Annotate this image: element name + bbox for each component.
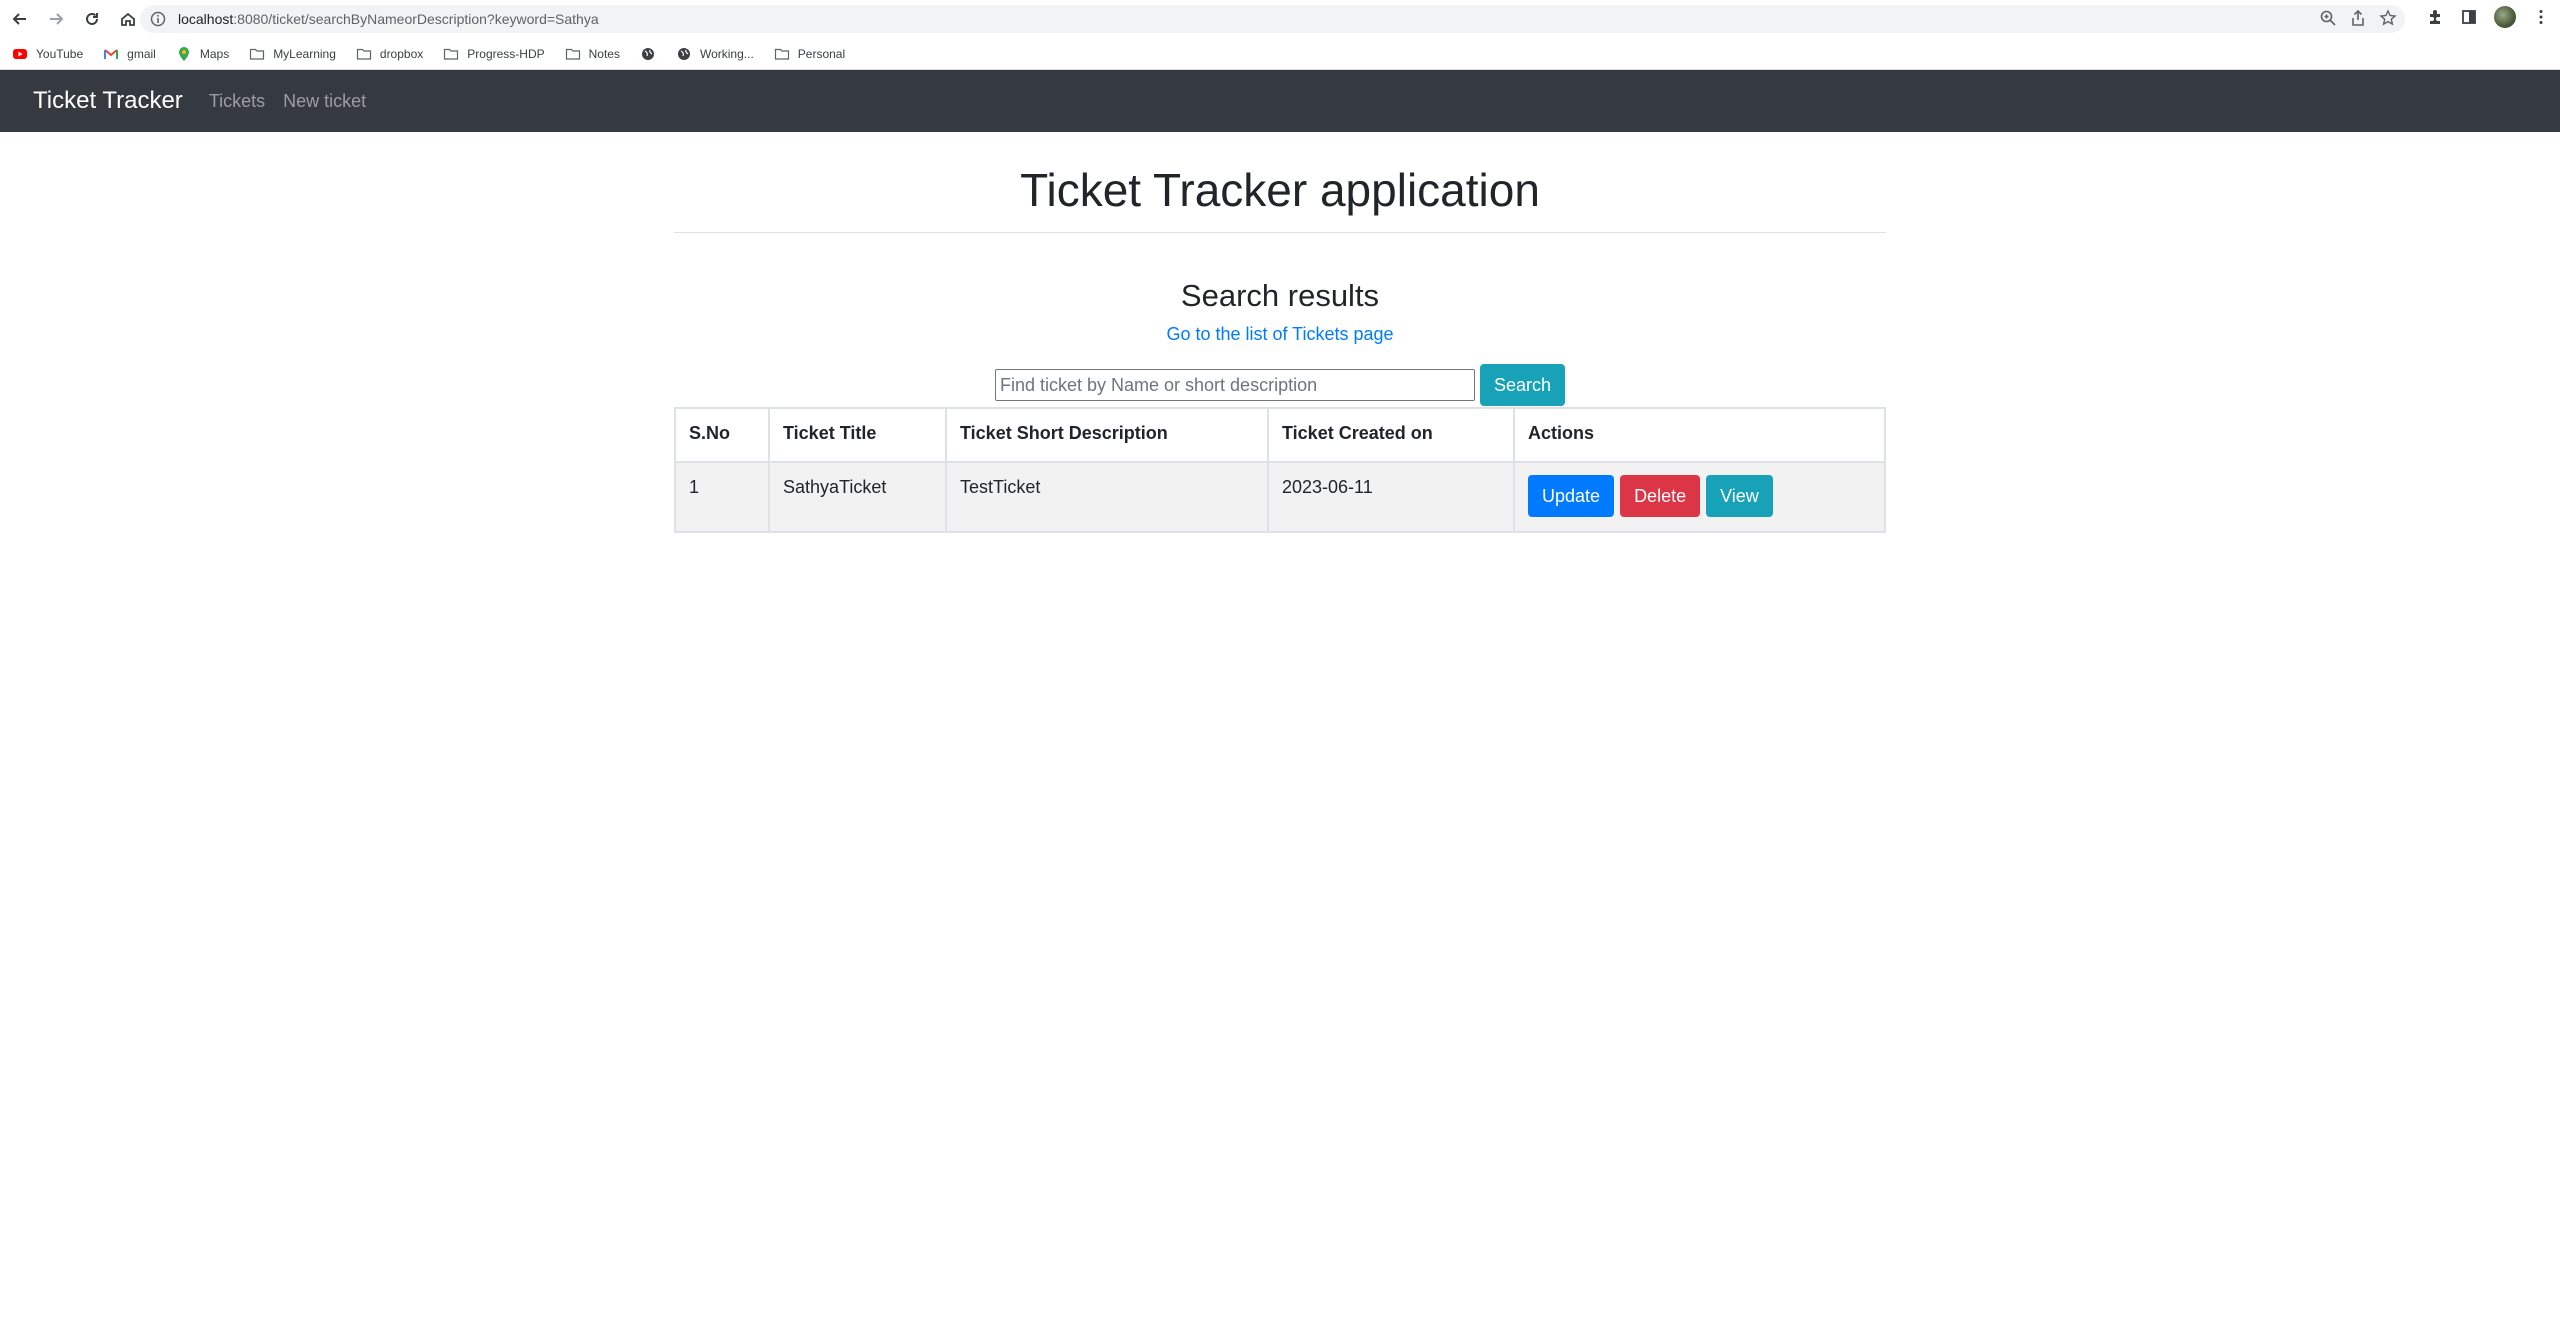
side-panel-icon[interactable] [2460,8,2478,26]
globe-icon [677,47,690,60]
search-form: Search [674,364,1886,406]
tickets-list-link[interactable]: Go to the list of Tickets page [674,324,1886,345]
view-button[interactable]: View [1706,475,1773,517]
star-icon[interactable] [2379,9,2397,27]
zoom-icon[interactable] [2319,9,2337,27]
url-text: localhost:8080/ticket/searchByNameorDesc… [178,11,599,27]
bookmark-mylearning[interactable]: MyLearning [249,46,336,62]
search-input[interactable] [994,369,1475,401]
bookmark-notes[interactable]: Notes [565,46,620,62]
bookmark-globe[interactable] [640,46,656,62]
maps-pin-icon [178,46,189,61]
url-path: :8080/ticket/searchByNameorDescription?k… [233,11,599,27]
browser-toolbar: localhost:8080/ticket/searchByNameorDesc… [0,0,2560,38]
arrow-left-icon [12,13,26,25]
bookmark-label: MyLearning [273,46,336,61]
bookmark-label: Personal [797,46,846,61]
bookmark-working[interactable]: Working... [676,46,754,62]
bookmark-label: Maps [199,46,230,61]
share-icon[interactable] [2349,9,2367,27]
header-title: Ticket Title [768,407,947,463]
bookmark-label: dropbox [379,46,424,61]
bookmark-personal[interactable]: Personal [774,46,845,62]
home-icon [121,12,135,26]
folder-icon [444,48,459,60]
url-host: localhost [178,11,234,27]
bookmark-label: gmail [127,46,156,61]
nav-link-tickets[interactable]: Tickets [209,91,265,112]
info-icon[interactable] [150,11,166,27]
bookmark-progress-hdp[interactable]: Progress-HDP [443,46,545,62]
gmail-icon [104,48,119,59]
results-heading: Search results [1180,278,1380,313]
profile-avatar[interactable] [2494,6,2516,28]
bookmark-youtube[interactable]: YouTube [12,46,83,62]
cell-description: TestTicket [945,461,1269,533]
cell-title: SathyaTicket [768,461,947,533]
folder-icon [356,48,371,60]
navbar-brand[interactable]: Ticket Tracker [33,87,183,115]
page-title: Ticket Tracker application [674,132,1886,233]
header-actions: Actions [1513,407,1886,463]
app-navbar: Ticket Tracker Tickets New ticket [0,70,2560,132]
cell-sno: 1 [674,461,770,533]
bookmark-gmail[interactable]: gmail [103,46,156,62]
results-table: S.No Ticket Title Ticket Short Descripti… [674,407,1886,533]
cell-actions: Update Delete View [1513,461,1886,533]
bookmarks-bar: YouTube gmail Maps MyLearning dropbox Pr… [0,38,2560,70]
bookmark-maps[interactable]: Maps [176,46,229,62]
table-row: 1 SathyaTicket TestTicket 2023-06-11 Upd… [674,461,1886,533]
bookmark-label: YouTube [36,46,84,61]
update-button[interactable]: Update [1528,475,1615,517]
address-bar[interactable]: localhost:8080/ticket/searchByNameorDesc… [140,5,2405,33]
folder-icon [565,48,580,60]
nav-link-new-ticket[interactable]: New ticket [283,91,366,112]
search-button[interactable]: Search [1479,364,1566,406]
table-header-row: S.No Ticket Title Ticket Short Descripti… [674,407,1886,463]
bookmark-label: Working... [699,46,754,61]
arrow-right-icon [50,13,64,25]
more-menu-icon[interactable] [2532,8,2550,26]
cell-created-on: 2023-06-11 [1267,461,1515,533]
folder-icon [250,48,265,60]
main-container: Ticket Tracker application Search result… [674,132,1886,533]
header-sno: S.No [674,407,770,463]
extensions-icon[interactable] [2426,8,2444,26]
reload-icon [86,12,98,25]
header-description: Ticket Short Description [945,407,1269,463]
header-created-on: Ticket Created on [1267,407,1515,463]
bookmark-dropbox[interactable]: dropbox [356,46,423,62]
globe-icon [641,47,654,60]
bookmark-label: Notes [588,46,620,61]
delete-button[interactable]: Delete [1620,475,1701,517]
bookmark-label: Progress-HDP [467,46,545,61]
reload-button[interactable] [76,3,108,35]
back-button[interactable] [4,3,36,35]
folder-icon [774,48,789,60]
forward-button[interactable] [40,3,72,35]
youtube-icon [13,48,27,59]
